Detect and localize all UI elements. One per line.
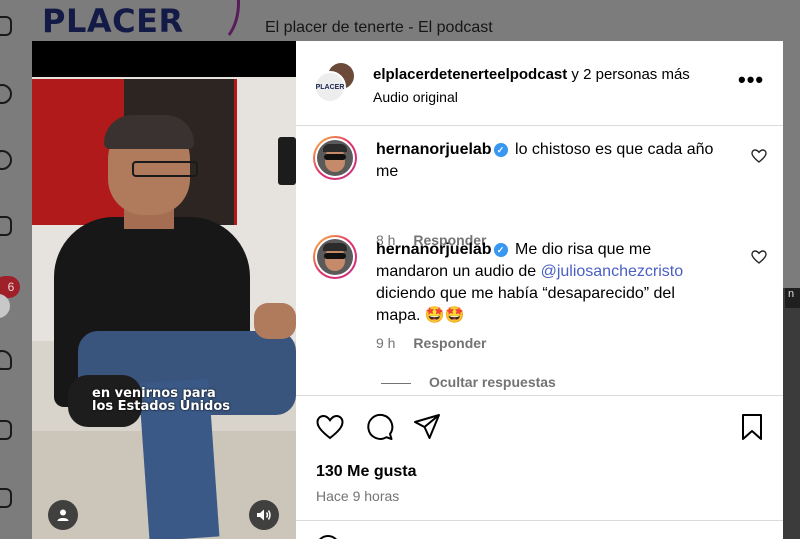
avatar-cap — [323, 144, 347, 152]
avatar-ring-inner — [315, 138, 355, 178]
save-bookmark-icon[interactable] — [737, 412, 767, 442]
profile-nav-icon[interactable] — [0, 488, 12, 508]
reels-icon[interactable] — [0, 216, 12, 236]
like-comment-icon[interactable] — [751, 249, 767, 265]
verified-icon: ✓ — [493, 243, 508, 257]
author-avatar[interactable]: PLACER — [314, 71, 346, 103]
post-author-link[interactable]: elplacerdetenerteelpodcast — [373, 66, 567, 83]
heart-nav-icon[interactable] — [0, 350, 12, 370]
emoji-icon[interactable] — [316, 535, 340, 539]
like-comment-icon[interactable] — [751, 148, 767, 164]
logo-ring — [184, 0, 240, 46]
video-caption-line2: los Estados Unidos — [92, 399, 230, 414]
comment-text-after: diciendo que me había “desaparecido” del… — [376, 285, 675, 324]
video-player[interactable]: en venirnos para los Estados Unidos — [32, 41, 296, 539]
likes-count[interactable]: 130 Me gusta — [316, 463, 416, 481]
hide-replies-line — [381, 382, 411, 384]
hide-replies-button[interactable]: Ocultar respuestas — [381, 374, 556, 390]
hide-replies-label: Ocultar respuestas — [429, 374, 556, 390]
post-actions: 130 Me gusta Hace 9 horas — [296, 395, 783, 539]
comment-body: hernanorjuelab ✓ Me dio risa que me manda… — [376, 239, 716, 327]
background-thumb-tag: n — [785, 288, 800, 308]
avatar-shades — [324, 253, 346, 259]
more-options-icon[interactable]: ••• — [738, 67, 764, 93]
comments-list: hernanorjuelab ✓ lo chistoso es que cada … — [296, 127, 783, 395]
avatar-cap — [323, 243, 347, 251]
mention-link[interactable]: @juliosanchezcristo — [541, 263, 684, 280]
video-frame-glasses — [132, 161, 198, 177]
video-frame-lamp — [278, 137, 296, 185]
video-caption: en venirnos para los Estados Unidos — [92, 387, 292, 413]
video-top-bar — [32, 41, 296, 77]
author-avatars[interactable]: PLACER — [314, 63, 356, 105]
mute-button[interactable] — [249, 500, 279, 530]
search-icon[interactable] — [0, 84, 12, 104]
tagged-users-button[interactable] — [48, 500, 78, 530]
comment-icon[interactable] — [364, 412, 394, 442]
comment-composer — [296, 520, 783, 539]
post-author-line: elplacerdetenerteelpodcast y 2 personas … — [373, 66, 690, 83]
post-modal: en venirnos para los Estados Unidos PLAC… — [32, 41, 783, 539]
post-time: Hace 9 horas — [316, 488, 400, 504]
comment-meta: 9 h Responder — [376, 335, 486, 351]
background-logo-text: PLACER — [42, 2, 184, 40]
comment-body: hernanorjuelab ✓ lo chistoso es que cada … — [376, 139, 736, 183]
commenter-avatar[interactable] — [313, 235, 357, 279]
left-nav-rail: 6 — [0, 0, 20, 539]
avatar-image — [317, 239, 353, 275]
comment-username[interactable]: hernanorjuelab — [376, 141, 492, 158]
post-coauthors-link[interactable]: y 2 personas más — [571, 66, 689, 83]
avatar-shades — [324, 154, 346, 160]
commenter-avatar[interactable] — [313, 136, 357, 180]
avatar-image — [317, 140, 353, 176]
comment-username[interactable]: hernanorjuelab — [376, 241, 492, 258]
post-side-panel: PLACER elplacerdetenerteelpodcast y 2 pe… — [296, 41, 783, 539]
video-frame-arm — [254, 303, 296, 339]
background-page-title: El placer de tenerte - El podcast — [265, 19, 493, 36]
home-icon[interactable] — [0, 16, 12, 36]
audio-link[interactable]: Audio original — [373, 89, 458, 105]
create-icon[interactable] — [0, 420, 12, 440]
background-right-thumbnails: n — [783, 288, 800, 539]
speaker-icon — [257, 509, 271, 521]
comment-time: 9 h — [376, 335, 396, 351]
avatar-ring-inner — [315, 237, 355, 277]
share-icon[interactable] — [412, 412, 442, 442]
verified-icon: ✓ — [493, 143, 508, 157]
post-header: PLACER elplacerdetenerteelpodcast y 2 pe… — [296, 41, 783, 126]
reply-button[interactable]: Responder — [413, 335, 486, 351]
like-icon[interactable] — [315, 412, 345, 442]
user-icon — [57, 509, 69, 521]
explore-icon[interactable] — [0, 150, 12, 170]
video-frame-hair — [104, 115, 194, 149]
